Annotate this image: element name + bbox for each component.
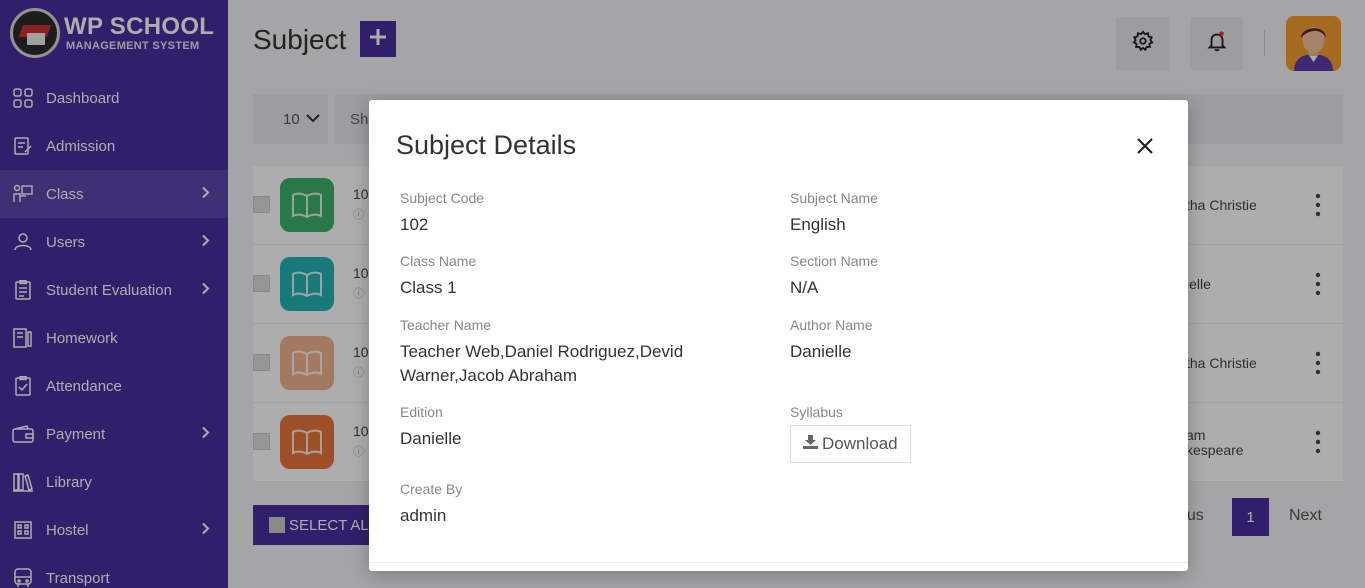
subject-code-field: Subject Code 102 (400, 190, 740, 237)
close-icon[interactable] (1135, 136, 1155, 156)
field-value: Teacher Web,Daniel Rodriguez,Devid Warne… (400, 342, 684, 385)
class-name-field: Class Name Class 1 (400, 253, 740, 300)
teacher-name-field: Teacher Name Teacher Web,Daniel Rodrigue… (400, 317, 730, 388)
field-label: Author Name (790, 317, 873, 333)
field-label: Create By (400, 481, 463, 497)
field-label: Subject Name (790, 190, 878, 206)
field-value: Class 1 (400, 278, 457, 297)
syllabus-field: Syllabus Download (790, 404, 1130, 463)
field-label: Edition (400, 404, 443, 420)
modal-title: Subject Details (396, 130, 577, 160)
field-value: admin (400, 506, 447, 525)
subject-details-modal: Subject Details Subject Code 102 Subject… (369, 100, 1188, 571)
author-name-field: Author Name Danielle (790, 317, 1130, 364)
field-value: Danielle (790, 342, 852, 361)
edition-field: Edition Danielle (400, 404, 740, 451)
field-value: English (790, 215, 846, 234)
download-icon (803, 434, 822, 454)
subject-name-field: Subject Name English (790, 190, 1130, 237)
field-label: Class Name (400, 253, 477, 269)
field-label: Syllabus (790, 404, 843, 420)
field-label: Teacher Name (400, 317, 492, 333)
section-name-field: Section Name N/A (790, 253, 1130, 300)
create-by-field: Create By admin (400, 481, 740, 528)
field-value: N/A (790, 278, 819, 297)
field-value: 102 (400, 215, 429, 234)
download-label: Download (822, 434, 898, 453)
modal-footer-divider (369, 562, 1188, 563)
field-label: Section Name (790, 253, 878, 269)
field-value: Danielle (400, 429, 462, 448)
field-label: Subject Code (400, 190, 485, 206)
download-button[interactable]: Download (790, 425, 911, 463)
